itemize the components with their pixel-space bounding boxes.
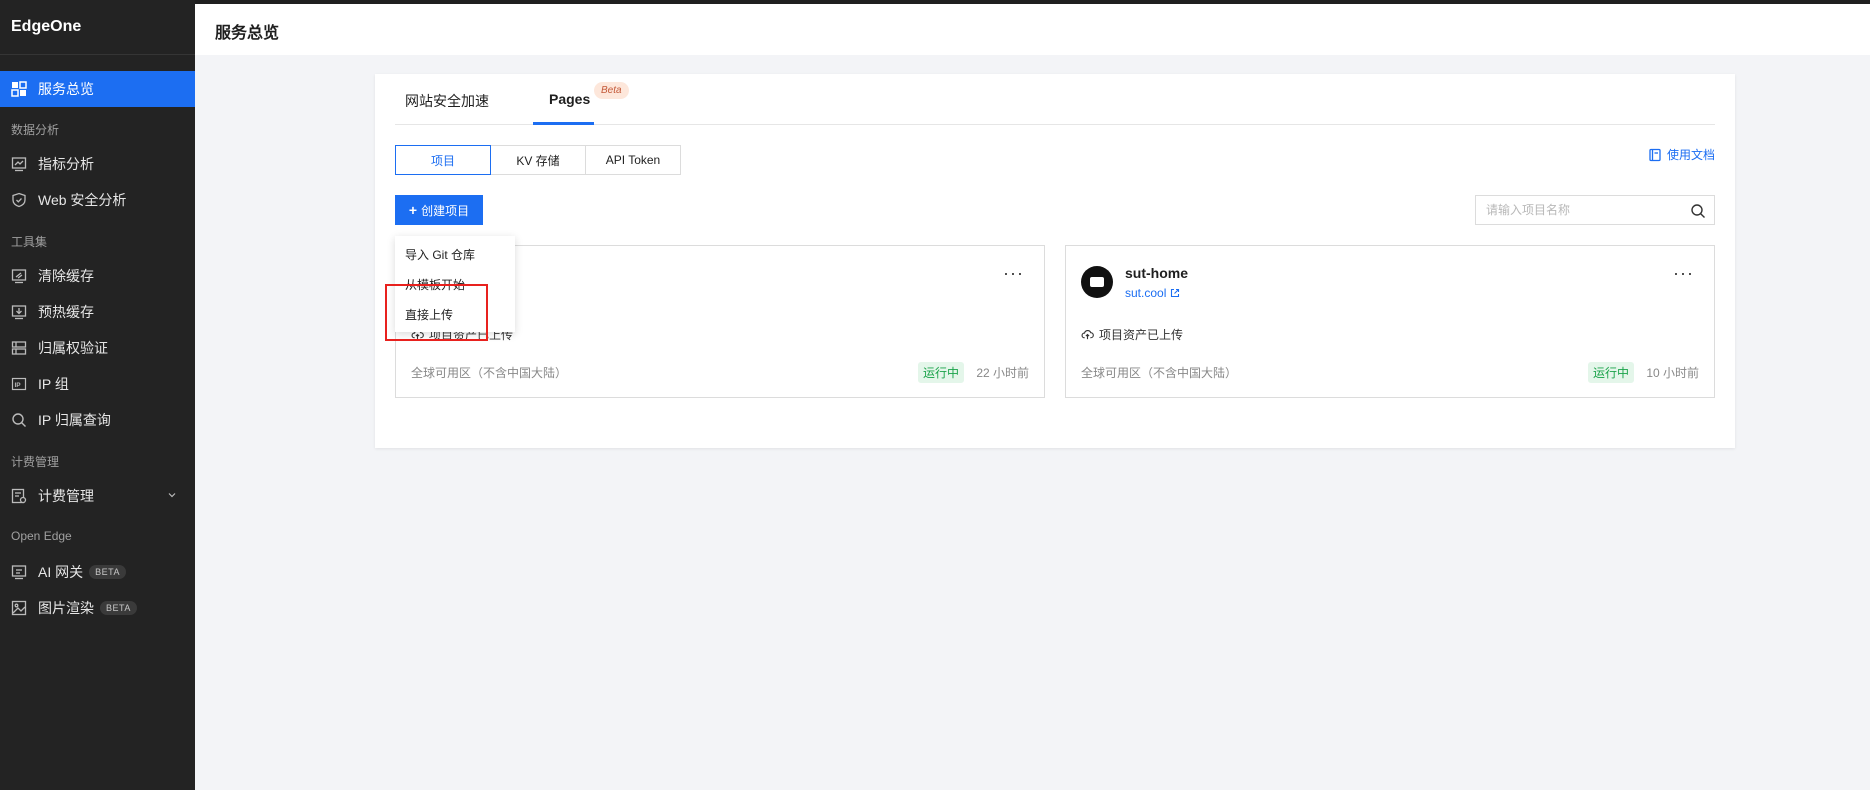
chart-icon	[11, 156, 27, 172]
section-tools: 工具集	[11, 235, 48, 249]
sidebar: EdgeOne 服务总览 数据分析 指标分析 Web 安全分析 工具集 清除缓存…	[0, 0, 195, 790]
sidebar-item-label: 计费管理	[38, 488, 94, 504]
cloud-upload-icon	[1081, 329, 1094, 340]
sidebar-item-label: 图片渲染	[38, 600, 94, 616]
tab-bar: 网站安全加速 Pages Beta	[395, 74, 1715, 125]
sidebar-item-label: 指标分析	[38, 156, 94, 172]
sidebar-item-label: AI 网关	[38, 564, 84, 580]
project-card[interactable]: sut-home sut.cool ··· 项目资产已上传 全球可用区（不含中国…	[1065, 245, 1715, 398]
download-icon	[11, 304, 27, 320]
status-badge: 运行中	[1587, 362, 1634, 383]
tab-site-acceleration[interactable]: 网站安全加速	[405, 91, 489, 111]
divider	[0, 54, 195, 55]
section-billing: 计费管理	[11, 455, 60, 469]
sidebar-item-overview[interactable]: 服务总览	[0, 71, 195, 107]
external-link-icon	[1171, 288, 1180, 298]
beta-badge: Beta	[594, 82, 629, 99]
ip-icon: IP	[11, 376, 27, 392]
beta-badge: BETA	[89, 565, 126, 579]
brand-logo[interactable]: EdgeOne	[11, 18, 81, 36]
sidebar-item-ip-lookup[interactable]: IP 归属查询	[0, 402, 195, 438]
active-tab-indicator	[533, 122, 594, 125]
book-icon	[1649, 148, 1661, 161]
segment-kv-storage[interactable]: KV 存储	[490, 145, 586, 175]
ai-gateway-icon	[11, 564, 27, 580]
billing-icon	[11, 488, 27, 504]
more-options-button[interactable]: ···	[1003, 264, 1024, 282]
plus-icon: +	[408, 202, 418, 218]
tab-pages[interactable]: Pages	[549, 91, 590, 107]
sidebar-item-image-render[interactable]: 图片渲染 BETA	[0, 590, 195, 626]
search-input[interactable]	[1476, 196, 1676, 224]
sidebar-item-ip-group[interactable]: IP IP 组	[0, 366, 195, 402]
sidebar-item-web-security[interactable]: Web 安全分析	[0, 182, 195, 218]
purge-icon	[11, 268, 27, 284]
sidebar-item-label: IP 归属查询	[38, 412, 111, 428]
create-project-label: 创建项目	[421, 203, 470, 218]
segment-projects[interactable]: 项目	[395, 145, 491, 175]
sidebar-item-purge-cache[interactable]: 清除缓存	[0, 258, 195, 294]
dashboard-icon	[11, 81, 27, 97]
project-domain: sut.cool	[1125, 286, 1167, 300]
docs-link[interactable]: 使用文档	[1648, 146, 1715, 163]
create-project-button[interactable]: + 创建项目	[395, 195, 483, 225]
sidebar-item-ownership[interactable]: 归属权验证	[0, 330, 195, 366]
segment-api-token[interactable]: API Token	[585, 145, 681, 175]
segment-control: 项目 KV 存储 API Token	[395, 145, 681, 175]
svg-text:IP: IP	[15, 382, 22, 389]
sidebar-item-metrics[interactable]: 指标分析	[0, 146, 195, 182]
search-icon[interactable]	[1690, 203, 1706, 219]
upload-status-label: 项目资产已上传	[1099, 328, 1184, 342]
sidebar-item-billing[interactable]: 计费管理	[0, 478, 195, 514]
region-label: 全球可用区（不含中国大陆）	[411, 366, 568, 380]
updated-time: 22 小时前	[976, 366, 1029, 380]
sidebar-item-ai-gateway[interactable]: AI 网关 BETA	[0, 554, 195, 590]
sidebar-item-label: Web 安全分析	[38, 192, 127, 208]
updated-time: 10 小时前	[1646, 366, 1699, 380]
menu-item-from-template[interactable]: 从模板开始	[395, 270, 515, 300]
sidebar-item-label: 清除缓存	[38, 268, 94, 284]
sidebar-item-label: 归属权验证	[38, 340, 108, 356]
section-open-edge: Open Edge	[11, 529, 72, 543]
sidebar-item-label: 预热缓存	[38, 304, 94, 320]
section-data-analysis: 数据分析	[11, 123, 60, 137]
beta-badge: BETA	[100, 601, 137, 615]
docs-link-label: 使用文档	[1666, 148, 1715, 162]
create-project-menu: 导入 Git 仓库 从模板开始 直接上传	[395, 236, 515, 332]
sidebar-item-label: IP 组	[38, 376, 69, 392]
project-search	[1475, 195, 1715, 225]
sidebar-item-label: 服务总览	[38, 81, 94, 97]
page-title: 服务总览	[215, 25, 280, 42]
avatar	[1081, 266, 1113, 298]
more-options-button[interactable]: ···	[1673, 264, 1694, 282]
ownership-icon	[11, 340, 27, 356]
project-name[interactable]: sut-home	[1125, 265, 1188, 281]
image-icon	[11, 600, 27, 616]
search-icon	[11, 412, 27, 428]
menu-item-direct-upload[interactable]: 直接上传	[395, 300, 515, 330]
region-label: 全球可用区（不含中国大陆）	[1081, 366, 1238, 380]
chevron-down-icon[interactable]	[167, 490, 177, 500]
status-badge: 运行中	[917, 362, 964, 383]
menu-item-import-git[interactable]: 导入 Git 仓库	[395, 240, 515, 270]
sidebar-item-prefetch-cache[interactable]: 预热缓存	[0, 294, 195, 330]
page-header: 服务总览	[195, 4, 1870, 55]
project-domain-link[interactable]: sut.cool	[1125, 286, 1180, 300]
pages-panel: 网站安全加速 Pages Beta 项目 KV 存储 API Token 使用文…	[375, 74, 1735, 448]
shield-icon	[11, 192, 27, 208]
upload-status: 项目资产已上传	[1081, 326, 1183, 343]
